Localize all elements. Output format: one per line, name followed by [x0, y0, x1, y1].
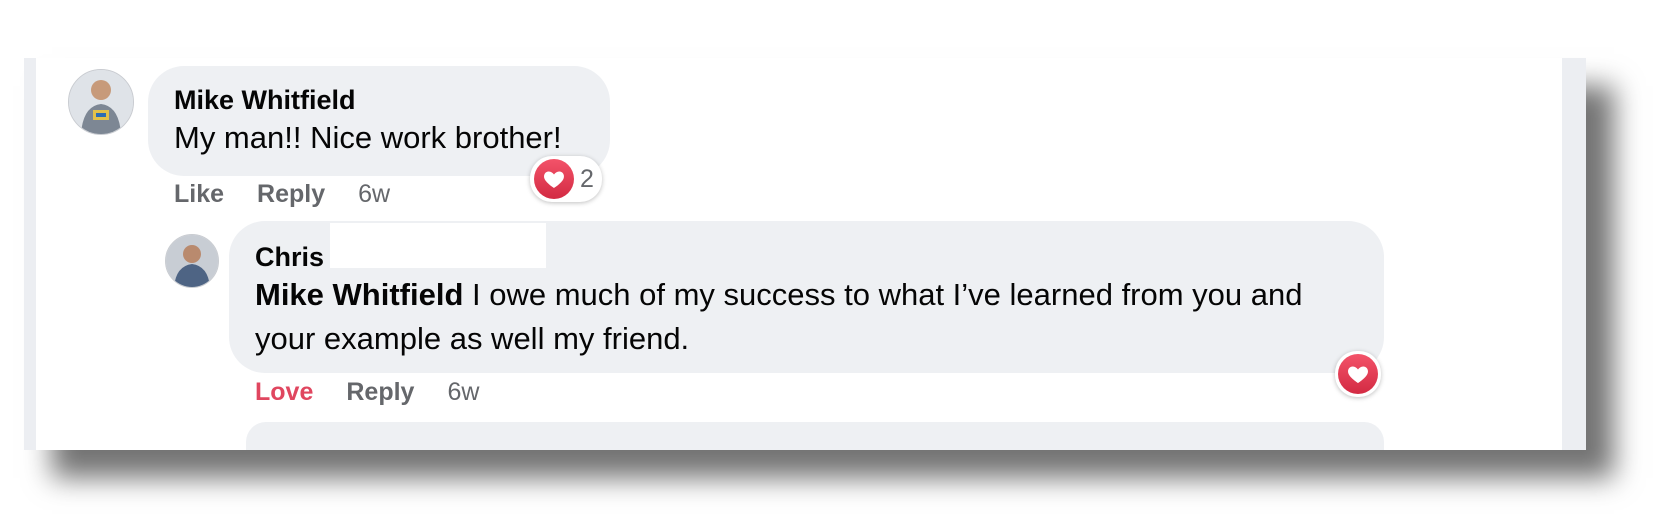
comment-text: My man!! Nice work brother! — [174, 120, 562, 155]
reply-actions: Love Reply 6w — [255, 378, 479, 407]
avatar-chris[interactable] — [165, 234, 219, 288]
reply-reaction[interactable] — [1335, 351, 1381, 397]
mention-link[interactable]: Mike Whitfield — [255, 277, 463, 312]
profile-photo-icon — [69, 70, 133, 134]
heart-icon — [1338, 354, 1378, 394]
heart-icon — [534, 159, 574, 199]
reply-timestamp[interactable]: 6w — [447, 378, 479, 407]
redacted-name-area — [330, 223, 546, 268]
reply-button[interactable]: Reply — [346, 378, 414, 407]
reply-button[interactable]: Reply — [257, 180, 325, 209]
reply-author[interactable]: Chris — [255, 242, 324, 273]
reaction-count: 2 — [580, 164, 594, 193]
profile-photo-icon — [166, 235, 218, 287]
comment-reaction-summary[interactable]: 2 — [530, 156, 602, 202]
comment-author[interactable]: Mike Whitfield — [174, 85, 356, 116]
comment-timestamp[interactable]: 6w — [358, 180, 390, 209]
love-button[interactable]: Love — [255, 378, 313, 407]
next-comment-bubble-partial — [246, 422, 1384, 450]
like-button[interactable]: Like — [174, 180, 224, 209]
comment-thread-card: Mike Whitfield My man!! Nice work brothe… — [24, 58, 1586, 450]
comment-actions: Like Reply 6w — [174, 180, 390, 209]
avatar-mike-whitfield[interactable] — [68, 69, 134, 135]
reply-text: Mike Whitfield I owe much of my success … — [255, 273, 1365, 361]
